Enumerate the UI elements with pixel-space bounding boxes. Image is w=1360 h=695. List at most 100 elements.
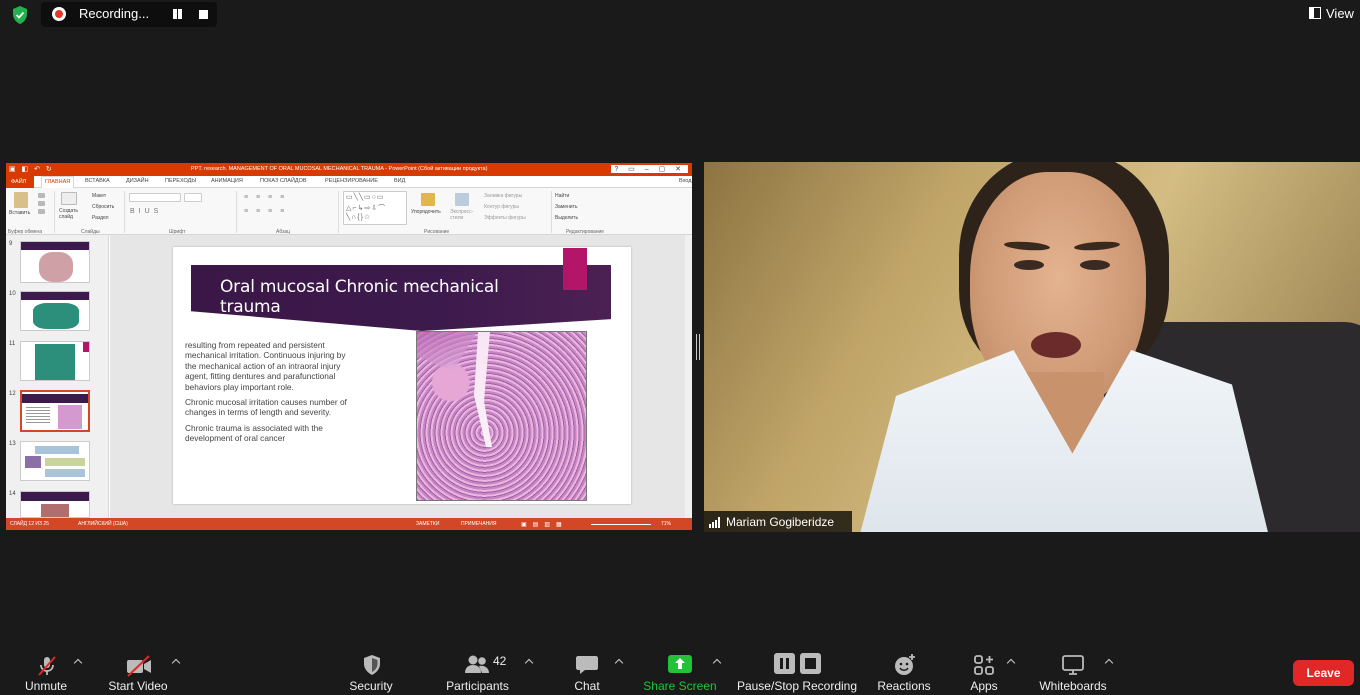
- chat-bubble-icon: [576, 656, 598, 674]
- slide-thumbnail[interactable]: [20, 291, 90, 331]
- view-splitter-handle[interactable]: [696, 334, 700, 360]
- pause-recording-icon[interactable]: [171, 9, 183, 20]
- arrange-icon[interactable]: [421, 193, 435, 206]
- participants-options-chevron-icon[interactable]: [525, 658, 533, 666]
- format-painter-icon[interactable]: [38, 209, 45, 214]
- share-screen-button[interactable]: Share Screen: [642, 650, 718, 695]
- font-name-field[interactable]: [129, 193, 181, 202]
- video-options-chevron-icon[interactable]: [172, 658, 180, 666]
- shape-outline-button[interactable]: Контур фигуры: [484, 204, 519, 210]
- align-icons[interactable]: ≡ ≡ ≡ ≡: [244, 208, 287, 215]
- quick-styles-button[interactable]: Экспресс-стили: [450, 209, 478, 221]
- view-button[interactable]: View: [1326, 6, 1354, 21]
- whiteboards-button[interactable]: Whiteboards: [1036, 650, 1110, 695]
- shapes-icons[interactable]: ▭╲╲▭○▭: [346, 193, 385, 201]
- tab-home[interactable]: ГЛАВНАЯ: [41, 176, 75, 188]
- copy-icon[interactable]: [38, 201, 45, 206]
- tab-insert[interactable]: ВСТАВКА: [85, 178, 110, 184]
- apps-icon: [974, 655, 994, 675]
- slide-accent-bar: [563, 248, 587, 290]
- replace-button[interactable]: Заменить: [555, 204, 577, 210]
- share-screen-label: Share Screen: [643, 679, 717, 693]
- ppt-ribbon-tabs: ФАЙЛ ГЛАВНАЯ ВСТАВКА ДИЗАЙН ПЕРЕХОДЫ АНИ…: [6, 176, 692, 188]
- slide-editing-area: Oral mucosal Chronic mechanical trauma r…: [110, 235, 685, 518]
- tab-view[interactable]: ВИД: [394, 178, 405, 184]
- zoom-level[interactable]: 71%: [661, 521, 671, 527]
- recording-dot-icon: [52, 7, 66, 21]
- chat-button[interactable]: Chat: [566, 650, 608, 695]
- tab-file[interactable]: ФАЙЛ: [6, 176, 34, 188]
- shapes-icons[interactable]: △⌐↳⇨⇩⌒: [346, 203, 386, 213]
- participants-button[interactable]: 42 Participants: [440, 650, 515, 695]
- whiteboards-options-chevron-icon[interactable]: [1105, 658, 1113, 666]
- window-controls-icon[interactable]: ? ▭ – ▢ ✕: [611, 165, 688, 173]
- pause-recording-icon: [774, 653, 795, 674]
- view-mode-icons[interactable]: ▣▤▥▦: [521, 521, 568, 528]
- start-video-label: Start Video: [108, 679, 168, 693]
- unmute-label: Unmute: [24, 679, 68, 693]
- ppt-status-bar: СЛАЙД 12 ИЗ 25 АНГЛИЙСКИЙ (США) ЗАМЕТКИ …: [6, 518, 692, 530]
- tab-transitions[interactable]: ПЕРЕХОДЫ: [165, 178, 196, 184]
- participants-icon: [465, 655, 489, 673]
- chat-label: Chat: [574, 679, 600, 693]
- section-button[interactable]: Раздел: [92, 215, 109, 221]
- slide-thumbnail[interactable]: [20, 491, 90, 518]
- shield-icon[interactable]: [10, 5, 30, 25]
- whiteboards-label: Whiteboards: [1039, 679, 1107, 693]
- new-slide-icon[interactable]: [61, 192, 77, 205]
- participant-video-tile[interactable]: Mariam Gogiberidze: [704, 162, 1360, 532]
- participants-count: 42: [493, 654, 507, 668]
- notes-button[interactable]: ЗАМЕТКИ: [416, 521, 439, 527]
- select-button[interactable]: Выделить: [555, 215, 578, 221]
- leave-button[interactable]: Leave: [1293, 660, 1354, 686]
- reactions-button[interactable]: Reactions: [872, 650, 936, 695]
- font-size-field[interactable]: [184, 193, 202, 202]
- list-icons[interactable]: ≡ ≡ ≡ ≡: [244, 194, 287, 201]
- audio-options-chevron-icon[interactable]: [74, 658, 82, 666]
- slide-thumbnail[interactable]: [20, 341, 90, 381]
- slide-scrollbar[interactable]: [685, 235, 692, 518]
- tab-animation[interactable]: АНИМАЦИЯ: [211, 178, 243, 184]
- security-shield-icon: [364, 655, 380, 675]
- language-indicator[interactable]: АНГЛИЙСКИЙ (США): [78, 521, 128, 527]
- arrange-button[interactable]: Упорядочить: [411, 209, 441, 215]
- shape-fill-button[interactable]: Заливка фигуры: [484, 193, 522, 199]
- sign-in-link[interactable]: Вход: [679, 178, 691, 184]
- layout-button[interactable]: Макет: [92, 193, 106, 199]
- ppt-ribbon: Вставить Буфер обмена Создать слайд Маке…: [6, 188, 692, 235]
- zoom-slider[interactable]: [591, 524, 651, 525]
- shapes-icons[interactable]: ╲∩{}☆: [346, 213, 371, 221]
- font-style-icons[interactable]: BIUS: [130, 208, 162, 215]
- ribbon-divider: [338, 191, 339, 233]
- reset-button[interactable]: Сбросить: [92, 204, 114, 210]
- slide-thumbnail[interactable]: [20, 441, 90, 481]
- tab-design[interactable]: ДИЗАЙН: [126, 178, 149, 184]
- cut-icon[interactable]: [38, 193, 45, 198]
- start-video-button[interactable]: Start Video: [103, 650, 173, 695]
- tab-slideshow[interactable]: ПОКАЗ СЛАЙДОВ: [260, 178, 307, 184]
- shape-effects-button[interactable]: Эффекты фигуры: [484, 215, 526, 221]
- slide-thumbnail[interactable]: [20, 241, 90, 283]
- chat-options-chevron-icon[interactable]: [615, 658, 623, 666]
- participants-label: Participants: [446, 679, 509, 693]
- security-label: Security: [349, 679, 393, 693]
- slide-title: Oral mucosal Chronic mechanical trauma: [220, 277, 499, 317]
- quick-styles-icon[interactable]: [455, 193, 469, 206]
- view-icon[interactable]: [1309, 7, 1321, 19]
- current-slide[interactable]: Oral mucosal Chronic mechanical trauma r…: [173, 247, 631, 504]
- paste-button[interactable]: Вставить: [9, 210, 30, 216]
- slide-thumbnail-selected[interactable]: [20, 390, 90, 432]
- unmute-button[interactable]: Unmute: [16, 650, 76, 695]
- share-options-chevron-icon[interactable]: [713, 658, 721, 666]
- paste-icon[interactable]: [14, 192, 28, 208]
- comments-button[interactable]: ПРИМЕЧАНИЯ: [461, 521, 497, 527]
- pause-stop-recording-button[interactable]: Pause/Stop Recording: [734, 650, 860, 695]
- find-button[interactable]: Найти: [555, 193, 569, 199]
- apps-options-chevron-icon[interactable]: [1007, 658, 1015, 666]
- stop-recording-icon[interactable]: [199, 10, 208, 19]
- security-button[interactable]: Security: [343, 650, 399, 695]
- apps-button[interactable]: Apps: [963, 650, 1005, 695]
- tab-review[interactable]: РЕЦЕНЗИРОВАНИЕ: [325, 178, 378, 184]
- new-slide-button[interactable]: Создать слайд: [59, 208, 83, 220]
- whiteboard-icon: [1062, 655, 1084, 675]
